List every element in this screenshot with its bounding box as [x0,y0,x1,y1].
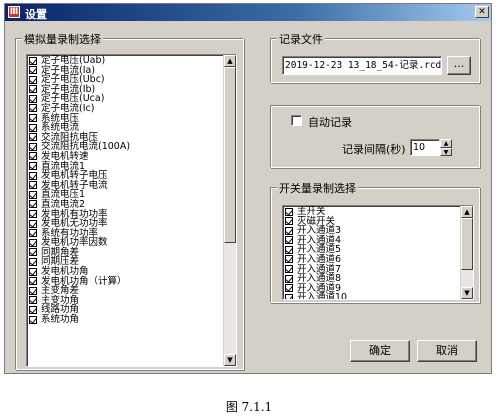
analog-scrollbar[interactable]: ▲ ▼ [223,55,236,366]
checkbox-checked-icon[interactable] [29,75,37,84]
checkbox-checked-icon[interactable] [29,133,37,142]
record-file-input[interactable]: 2019-12-23 13_18_54-记录.rcd [282,56,442,75]
checkbox-checked-icon[interactable] [29,142,37,151]
record-file-label: 记录文件 [277,31,325,47]
analog-group-label: 模拟量录制选择 [22,31,103,47]
settings-dialog: Ⅲ 设置 ✕ 模拟量录制选择 定子电压(Uab) 定子电流(Ia) 定子电压(Ubc… [4,3,492,374]
checkbox-checked-icon[interactable] [29,123,37,132]
scroll-thumb[interactable] [224,67,236,243]
record-file-group: 记录文件 2019-12-23 13_18_54-记录.rcd ... [270,31,480,83]
checkbox-checked-icon[interactable] [285,284,293,293]
scroll-down-arrow-icon[interactable]: ▼ [224,354,236,366]
record-interval-input[interactable]: 10 [410,139,440,156]
checkbox-checked-icon[interactable] [285,217,293,226]
switch-scrollbar[interactable]: ▲ ▼ [460,206,473,299]
checkbox-checked-icon[interactable] [285,226,293,235]
browse-button[interactable]: ... [447,56,471,75]
figure-caption: 图 7.1.1 [225,400,273,414]
checkbox-checked-icon[interactable] [285,274,293,283]
checkbox-checked-icon[interactable] [285,236,293,245]
checkbox-checked-icon[interactable] [29,114,37,123]
checkbox-checked-icon[interactable] [285,207,293,216]
checkbox-checked-icon[interactable] [29,296,37,305]
analog-list[interactable]: 定子电压(Uab) 定子电流(Ia) 定子电压(Ubc) 定子电流(Ib) 定子电压(U… [26,54,237,367]
checkbox-checked-icon[interactable] [285,245,293,254]
title-bar: Ⅲ 设置 ✕ [5,4,491,21]
checkbox-checked-icon[interactable] [29,181,37,190]
scroll-down-arrow-icon[interactable]: ▼ [461,287,473,299]
app-icon: Ⅲ [8,6,20,18]
switch-group-label: 开关量录制选择 [277,180,358,196]
spin-up-arrow-icon[interactable]: ▲ [440,139,452,148]
switch-list[interactable]: 主开关 灭磁开关 开入通道3 开入通道4 开入通道5 开入通道6 开入通道7 开入通道8 开入通… [282,205,474,300]
checkbox-checked-icon[interactable] [29,267,37,276]
checkbox-checked-icon[interactable] [29,305,37,314]
scroll-up-arrow-icon[interactable]: ▲ [461,206,473,218]
spin-down-arrow-icon[interactable]: ▼ [440,147,452,156]
checkbox-checked-icon[interactable] [29,277,37,286]
checkbox-checked-icon[interactable] [29,85,37,94]
checkbox-checked-icon[interactable] [29,210,37,218]
auto-record-label: 自动记录 [308,116,352,129]
checkbox-checked-icon[interactable] [29,190,37,199]
auto-record-checkbox[interactable] [291,115,302,126]
switch-group: 开关量录制选择 主开关 灭磁开关 开入通道3 开入通道4 开入通道5 开入通道6 开入通道7… [270,180,480,303]
record-interval-label: 记录间隔(秒) [342,143,406,156]
checkbox-checked-icon[interactable] [285,265,293,274]
checkbox-checked-icon[interactable] [285,255,293,264]
checkbox-checked-icon[interactable] [29,248,37,257]
checkbox-checked-icon[interactable] [29,229,37,238]
list-item-label: 系统功角 [41,314,80,326]
checkbox-checked-icon[interactable] [29,152,37,161]
list-item-label: 开入通道10 [297,292,348,300]
checkbox-checked-icon[interactable] [29,257,37,266]
checkbox-checked-icon[interactable] [29,162,37,171]
analog-group: 模拟量录制选择 定子电压(Uab) 定子电流(Ia) 定子电压(Ubc) 定子电流(I… [15,31,244,370]
checkbox-checked-icon[interactable] [29,238,37,247]
checkbox-checked-icon[interactable] [29,200,37,209]
cancel-button[interactable]: 取消 [417,340,477,362]
auto-record-group: 自动记录 记录间隔(秒) 10 ▲ ▼ [270,105,480,168]
checkbox-checked-icon[interactable] [29,66,37,75]
checkbox-checked-icon[interactable] [29,315,37,324]
list-item[interactable]: 开入通道10 [283,292,460,300]
checkbox-checked-icon[interactable] [29,219,37,228]
list-item[interactable]: 系统功角 [27,315,223,325]
analog-items: 定子电压(Uab) 定子电流(Ia) 定子电压(Ubc) 定子电流(Ib) 定子电压(U… [27,56,223,325]
checkbox-checked-icon[interactable] [29,171,37,180]
checkbox-checked-icon[interactable] [285,293,293,299]
checkbox-checked-icon[interactable] [29,56,37,65]
ok-button[interactable]: 确定 [350,340,410,362]
record-interval-spinner[interactable]: ▲ ▼ [440,139,452,156]
checkbox-checked-icon[interactable] [29,104,37,113]
checkbox-checked-icon[interactable] [29,286,37,295]
checkbox-checked-icon[interactable] [29,94,37,103]
window-title: 设置 [25,8,47,21]
switch-items: 主开关 灭磁开关 开入通道3 开入通道4 开入通道5 开入通道6 开入通道7 开入通道8 开入通… [283,207,460,300]
scroll-thumb[interactable] [461,218,473,270]
scroll-up-arrow-icon[interactable]: ▲ [224,55,236,67]
close-button[interactable]: ✕ [475,6,489,18]
